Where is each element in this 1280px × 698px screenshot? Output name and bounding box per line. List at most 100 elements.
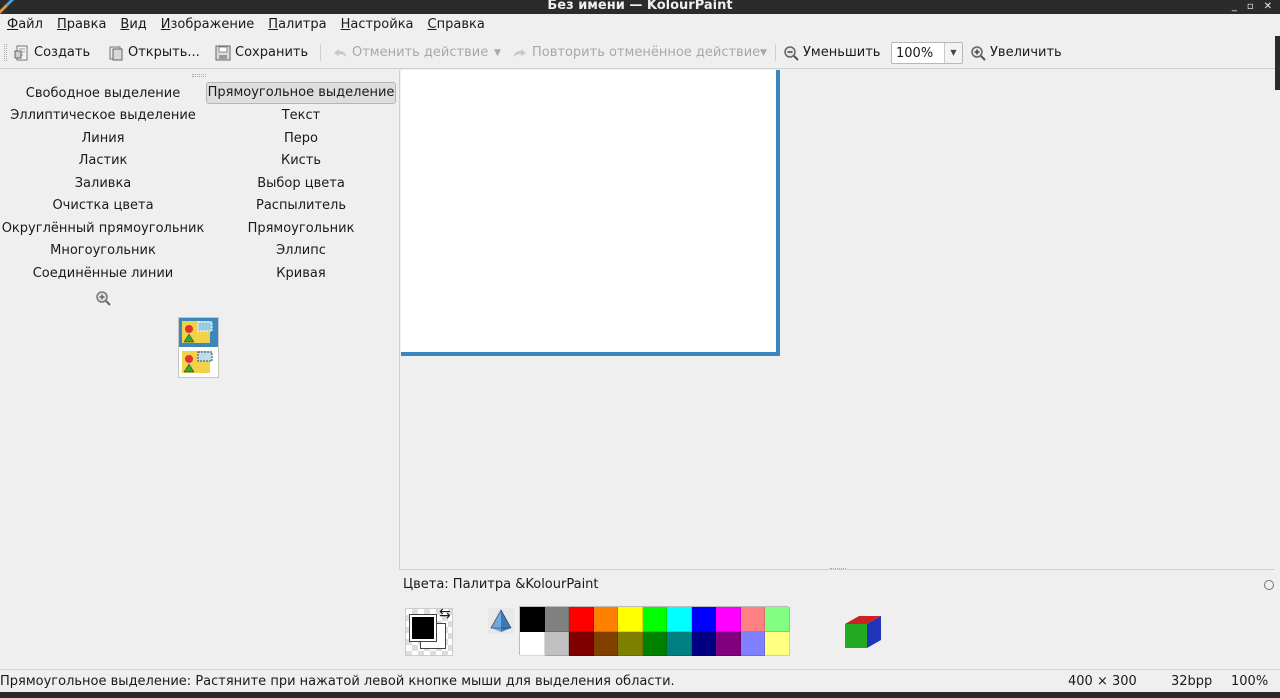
zoom-tool-icon[interactable] [95, 290, 111, 306]
panel-grip[interactable] [192, 74, 206, 77]
palette-swatches [519, 606, 790, 656]
transparent-selection-option[interactable] [179, 348, 218, 377]
open-button[interactable]: Открыть... [108, 36, 200, 69]
palette-title: Цвета: Палитра &KolourPaint [403, 577, 599, 592]
tool-free-form-select[interactable]: Свободное выделение [0, 83, 206, 105]
color-swatch[interactable] [593, 607, 618, 632]
color-swatch[interactable] [765, 607, 790, 632]
tool-flood-fill[interactable]: Заливка [0, 173, 206, 195]
foreground-color[interactable] [409, 614, 437, 642]
tool-polygon[interactable]: Многоугольник [0, 240, 206, 262]
window-edge [0, 692, 1280, 698]
menu-help[interactable]: Справка [421, 14, 492, 36]
dock-float-button[interactable] [1264, 580, 1274, 590]
undo-button-label: Отменить действие [352, 45, 489, 60]
color-swatch[interactable] [642, 631, 667, 656]
color-swatch[interactable] [740, 607, 765, 632]
tool-line[interactable]: Линия [0, 128, 206, 150]
save-button[interactable]: Сохранить [215, 36, 308, 69]
color-swatch[interactable] [544, 607, 569, 632]
tool-text[interactable]: Текст [206, 105, 396, 127]
drawing-canvas[interactable] [401, 70, 780, 356]
close-button[interactable]: ✕ [1264, 0, 1272, 14]
save-icon [215, 45, 231, 60]
status-image-size: 400 × 300 [1068, 674, 1137, 689]
new-button-label: Создать [34, 45, 91, 60]
menu-edit[interactable]: Правка [50, 14, 113, 36]
minimize-button[interactable]: _ [1232, 0, 1237, 14]
color-swatch[interactable] [618, 607, 643, 632]
tool-brush[interactable]: Кисть [206, 150, 396, 172]
tool-pen[interactable]: Перо [206, 128, 396, 150]
selection-options [178, 317, 219, 378]
zoom-in-label: Увеличить [990, 45, 1062, 60]
title-bar: Без имени — KolourPaint _ ▫ ✕ [0, 0, 1280, 14]
menu-file[interactable]: Файл [0, 14, 50, 36]
color-swatch[interactable] [765, 631, 790, 656]
tool-box: Свободное выделение Прямоугольное выделе… [0, 70, 399, 670]
window-edge [1275, 36, 1280, 90]
zoom-in-icon [971, 45, 986, 61]
maximize-button[interactable]: ▫ [1247, 0, 1254, 14]
color-swatch[interactable] [716, 631, 741, 656]
window-title: Без имени — KolourPaint [547, 0, 733, 13]
menu-image[interactable]: Изображение [154, 14, 262, 36]
redo-dropdown-button[interactable]: ▼ [760, 36, 767, 69]
color-box[interactable]: ⇆ [405, 607, 453, 656]
open-button-label: Открыть... [128, 45, 200, 60]
zoom-out-button[interactable]: Уменьшить [783, 36, 880, 69]
zoom-select[interactable]: 100% ▼ [891, 42, 963, 64]
color-swatch[interactable] [593, 631, 618, 656]
tool-curve[interactable]: Кривая [206, 263, 396, 285]
menu-view[interactable]: Вид [113, 14, 153, 36]
color-swatch[interactable] [520, 631, 545, 656]
color-swatch[interactable] [667, 631, 692, 656]
tool-spraycan[interactable]: Распылитель [206, 195, 396, 217]
menu-palette[interactable]: Палитра [261, 14, 333, 36]
status-message: Прямоугольное выделение: Растяните при н… [0, 674, 675, 689]
menu-bar: Файл Правка Вид Изображение Палитра Наст… [0, 14, 1280, 36]
chevron-down-icon: ▼ [760, 47, 767, 58]
zoom-out-icon [784, 45, 799, 61]
menu-settings[interactable]: Настройка [334, 14, 421, 36]
color-swatch[interactable] [691, 631, 716, 656]
tool-color-picker[interactable]: Выбор цвета [206, 173, 396, 195]
chevron-down-icon: ▼ [494, 47, 501, 58]
chevron-down-icon[interactable]: ▼ [944, 43, 962, 63]
color-cube-icon[interactable] [843, 612, 883, 652]
undo-dropdown-button[interactable]: ▼ [494, 36, 501, 69]
color-swatch[interactable] [544, 631, 569, 656]
redo-button-label: Повторить отменённое действие [532, 45, 761, 60]
toolbar-separator [320, 44, 321, 61]
color-swatch[interactable] [569, 631, 594, 656]
tool-eraser[interactable]: Ластик [0, 150, 206, 172]
color-swatch[interactable] [642, 607, 667, 632]
zoom-in-button[interactable]: Увеличить [970, 36, 1062, 69]
undo-button[interactable]: Отменить действие [332, 36, 488, 69]
color-swatch[interactable] [716, 607, 741, 632]
tool-rectangular-select[interactable]: Прямоугольное выделение [206, 82, 396, 104]
color-swatch[interactable] [740, 631, 765, 656]
redo-button[interactable]: Повторить отменённое действие [512, 36, 760, 69]
zoom-value[interactable]: 100% [896, 46, 933, 61]
tool-rounded-rectangle[interactable]: Округлённый прямоугольник [0, 218, 206, 240]
open-folder-icon [109, 46, 123, 60]
pyramid-icon[interactable] [488, 608, 514, 634]
toolbar-grip[interactable] [4, 44, 7, 61]
tool-polyline[interactable]: Соединённые линии [0, 263, 206, 285]
color-swatch[interactable] [691, 607, 716, 632]
tool-elliptical-select[interactable]: Эллиптическое выделение [0, 105, 206, 127]
dock-splitter[interactable] [830, 568, 846, 571]
tool-color-eraser[interactable]: Очистка цвета [0, 195, 206, 217]
canvas-area [399, 70, 1275, 570]
tool-rectangle[interactable]: Прямоугольник [206, 218, 396, 240]
color-swatch[interactable] [520, 607, 545, 632]
opaque-selection-option[interactable] [179, 318, 218, 347]
color-swatch[interactable] [667, 607, 692, 632]
swap-colors-icon[interactable]: ⇆ [439, 607, 451, 621]
transparent-selection-icon [182, 351, 213, 373]
color-swatch[interactable] [569, 607, 594, 632]
new-button[interactable]: Создать [14, 36, 90, 69]
color-swatch[interactable] [618, 631, 643, 656]
tool-ellipse[interactable]: Эллипс [206, 240, 396, 262]
